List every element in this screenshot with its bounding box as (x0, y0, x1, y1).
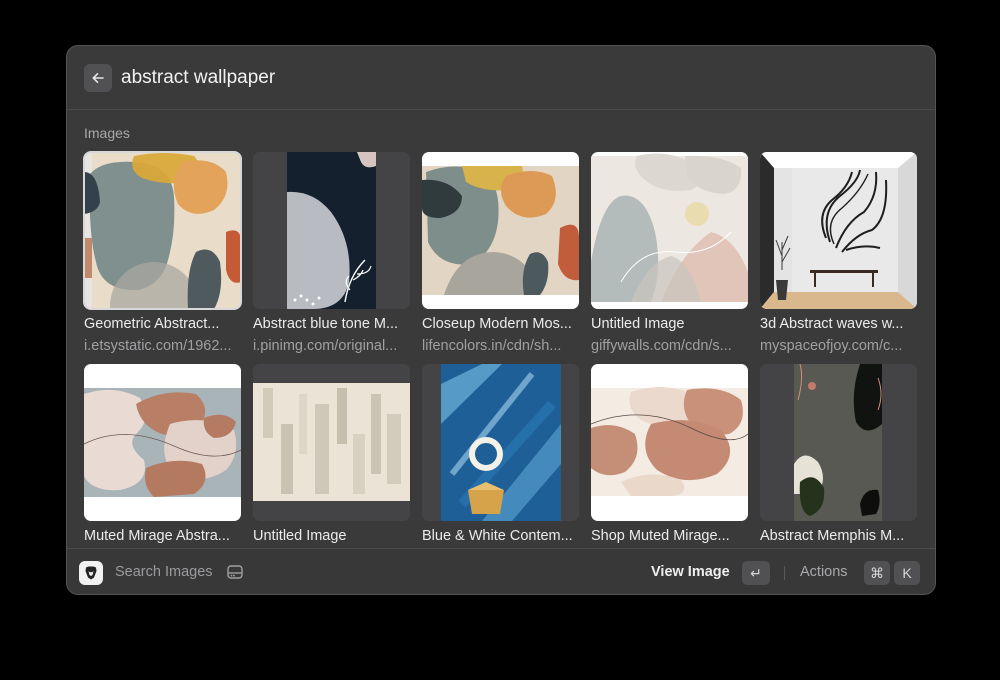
image-card[interactable] (84, 364, 241, 521)
image-card[interactable] (760, 364, 917, 521)
image-thumbnail (591, 364, 748, 521)
image-title: Shop Muted Mirage... (591, 528, 730, 544)
return-key-icon: ↵ (742, 561, 770, 585)
image-thumbnail (253, 152, 410, 309)
image-thumbnail (253, 364, 410, 521)
image-thumbnail (84, 364, 241, 521)
image-title: Blue & White Contem... (422, 528, 573, 544)
hard-drive-icon[interactable] (226, 563, 244, 581)
image-source: giffywalls.com/cdn/s... (591, 338, 732, 354)
image-source: lifencolors.in/cdn/sh... (422, 338, 562, 354)
image-card[interactable] (422, 364, 579, 521)
image-card[interactable] (591, 364, 748, 521)
image-title: Untitled Image (591, 316, 685, 332)
image-thumbnail (760, 364, 917, 521)
action-bar: Search Images View Image ↵ Actions ⌘ K (67, 548, 935, 594)
image-thumbnail (591, 152, 748, 309)
image-thumbnail (760, 152, 917, 309)
image-grid: Geometric Abstract... i.etsystatic.com/1… (83, 151, 918, 546)
search-input[interactable]: abstract wallpaper (121, 65, 275, 91)
command-key: ⌘ (864, 561, 890, 585)
image-source: myspaceofjoy.com/c... (760, 338, 903, 354)
image-title: Muted Mirage Abstra... (84, 528, 230, 544)
image-title: Abstract blue tone M... (253, 316, 399, 332)
brave-lion-icon (85, 566, 97, 580)
section-title: Images (84, 125, 130, 141)
k-key: K (894, 561, 920, 585)
image-thumbnail (84, 152, 241, 309)
image-card[interactable] (253, 364, 410, 521)
image-source: i.etsystatic.com/1962... (84, 338, 232, 354)
image-card[interactable] (760, 152, 917, 309)
image-title: Geometric Abstract... (84, 316, 220, 332)
image-card[interactable] (422, 152, 579, 309)
back-button[interactable] (84, 64, 112, 92)
search-images-label[interactable]: Search Images (115, 564, 213, 580)
app-logo (79, 561, 103, 585)
image-search-window: abstract wallpaper Images Geometric Abst… (66, 45, 936, 595)
image-card[interactable] (591, 152, 748, 309)
image-thumbnail (422, 152, 579, 309)
image-title: Untitled Image (253, 528, 347, 544)
image-title: Closeup Modern Mos... (422, 316, 572, 332)
image-thumbnail (422, 364, 579, 521)
view-image-button[interactable]: View Image (651, 564, 730, 580)
search-bar: abstract wallpaper (67, 46, 935, 110)
image-card[interactable] (83, 151, 242, 310)
back-arrow-icon (92, 73, 104, 83)
image-card[interactable] (253, 152, 410, 309)
actions-button[interactable]: Actions (800, 564, 848, 580)
divider (784, 566, 785, 580)
image-title: Abstract Memphis M... (760, 528, 905, 544)
image-title: 3d Abstract waves w... (760, 316, 904, 332)
image-source: i.pinimg.com/original... (253, 338, 398, 354)
